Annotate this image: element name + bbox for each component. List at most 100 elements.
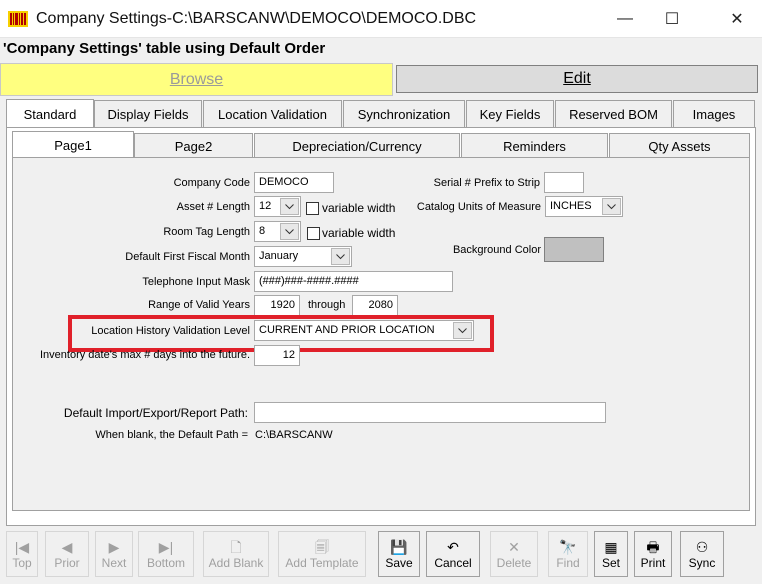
set-label: Set	[601, 556, 620, 570]
sync-button[interactable]: ⚇ Sync	[680, 531, 724, 577]
subtab-reminders[interactable]: Reminders	[461, 133, 608, 159]
path-note-label: When blank, the Default Path =	[95, 429, 248, 441]
asset-length-label: Asset # Length	[176, 201, 250, 213]
subtab-page1[interactable]: Page1	[12, 131, 134, 159]
inventory-days-input[interactable]: 12	[254, 345, 300, 366]
app-barcode-icon	[8, 11, 28, 27]
table-heading: 'Company Settings' table using Default O…	[3, 40, 326, 57]
through-label: through	[308, 299, 346, 311]
tab-synchronization[interactable]: Synchronization	[343, 100, 465, 128]
serial-prefix-input[interactable]	[544, 172, 584, 193]
prior-button[interactable]: ◀ Prior	[45, 531, 89, 577]
fiscal-month-label: Default First Fiscal Month	[125, 251, 250, 263]
tab-images[interactable]: Images	[673, 100, 755, 128]
binoculars-icon: 🔭	[559, 539, 577, 555]
delete-button[interactable]: ✕ Delete	[490, 531, 538, 577]
find-button[interactable]: 🔭 Find	[548, 531, 588, 577]
print-icon: 🖶	[646, 539, 660, 555]
set-icon: ▦	[604, 539, 618, 555]
chevron-down-icon	[331, 248, 350, 265]
add-blank-label: Add Blank	[208, 556, 264, 570]
title-bar: Company Settings-C:\BARSCANW\DEMOCO\DEMO…	[0, 0, 762, 38]
telephone-mask-input[interactable]: (###)###-####.####	[254, 271, 453, 292]
catalog-units-select[interactable]: INCHES	[545, 196, 623, 217]
prior-icon: ◀	[61, 539, 73, 555]
sync-label: Sync	[688, 556, 716, 570]
template-icon: 🗐	[315, 539, 329, 555]
first-record-icon: |◀	[14, 539, 30, 555]
save-button[interactable]: 💾 Save	[378, 531, 420, 577]
delete-icon: ✕	[508, 539, 520, 555]
find-label: Find	[556, 556, 580, 570]
room-variable-width-label: variable width	[322, 226, 396, 240]
window-title: Company Settings-C:\BARSCANW\DEMOCO\DEMO…	[36, 10, 477, 27]
inventory-days-label: Inventory date's max # days into the fut…	[40, 349, 250, 361]
background-color-swatch[interactable]	[544, 237, 604, 262]
sync-icon: ⚇	[695, 539, 709, 555]
subtab-page2[interactable]: Page2	[134, 133, 253, 159]
print-label: Print	[640, 556, 666, 570]
tab-key-fields[interactable]: Key Fields	[466, 100, 554, 128]
set-button[interactable]: ▦ Set	[594, 531, 628, 577]
chevron-down-icon	[602, 198, 621, 215]
room-tag-length-value: 8	[259, 225, 266, 237]
asset-length-select[interactable]: 12	[254, 196, 301, 217]
prior-label: Prior	[54, 556, 80, 570]
print-button[interactable]: 🖶 Print	[634, 531, 672, 577]
default-path-input[interactable]	[254, 402, 606, 423]
serial-prefix-label: Serial # Prefix to Strip	[433, 177, 540, 189]
catalog-units-value: INCHES	[550, 200, 592, 212]
minimize-icon: —	[617, 10, 633, 27]
background-color-label: Background Color	[452, 244, 541, 256]
valid-years-from-input[interactable]: 1920	[254, 295, 300, 316]
room-tag-length-label: Room Tag Length	[163, 226, 250, 238]
save-icon: 💾	[390, 539, 408, 555]
room-tag-length-select[interactable]: 8	[254, 221, 301, 242]
browse-button[interactable]: Browse	[0, 63, 393, 96]
minimize-button[interactable]: —	[602, 0, 648, 38]
delete-label: Delete	[496, 556, 532, 570]
cancel-button[interactable]: ↶ Cancel	[426, 531, 480, 577]
close-icon: ✕	[730, 11, 744, 28]
next-label: Next	[101, 556, 127, 570]
valid-years-to-input[interactable]: 2080	[352, 295, 398, 316]
company-code-label: Company Code	[173, 177, 250, 189]
bottom-label: Bottom	[146, 556, 185, 570]
next-icon: ▶	[108, 539, 120, 555]
blank-page-icon: 🗋	[230, 539, 242, 555]
last-record-icon: ▶|	[158, 539, 174, 555]
subtab-qty-assets[interactable]: Qty Assets	[609, 133, 750, 159]
top-button[interactable]: |◀ Top	[6, 531, 38, 577]
add-template-button[interactable]: 🗐 Add Template	[278, 531, 366, 577]
valid-years-label: Range of Valid Years	[148, 299, 250, 311]
add-blank-button[interactable]: 🗋 Add Blank	[203, 531, 269, 577]
path-note-value: C:\BARSCANW	[255, 429, 333, 441]
bottom-button[interactable]: ▶| Bottom	[138, 531, 194, 577]
catalog-units-label: Catalog Units of Measure	[416, 201, 541, 213]
maximize-icon: ☐	[664, 11, 680, 28]
telephone-mask-label: Telephone Input Mask	[142, 276, 250, 288]
tab-display-fields[interactable]: Display Fields	[94, 100, 202, 128]
company-code-input[interactable]: DEMOCO	[254, 172, 334, 193]
asset-variable-width-checkbox[interactable]	[306, 202, 319, 215]
asset-length-value: 12	[259, 200, 272, 212]
fiscal-month-value: January	[259, 250, 299, 262]
maximize-button[interactable]: ☐	[649, 0, 695, 38]
top-label: Top	[12, 556, 32, 570]
default-path-label: Default Import/Export/Report Path:	[63, 406, 248, 420]
subtab-depreciation-currency[interactable]: Depreciation/Currency	[254, 133, 460, 159]
chevron-down-icon	[280, 223, 299, 240]
chevron-down-icon	[280, 198, 299, 215]
tab-location-validation[interactable]: Location Validation	[203, 100, 342, 128]
edit-button[interactable]: Edit	[396, 65, 758, 93]
close-button[interactable]: ✕	[714, 0, 760, 38]
tab-standard[interactable]: Standard	[6, 99, 94, 128]
save-label: Save	[385, 556, 413, 570]
undo-icon: ↶	[447, 539, 459, 555]
cancel-label: Cancel	[434, 556, 472, 570]
fiscal-month-select[interactable]: January	[254, 246, 352, 267]
tab-reserved-bom[interactable]: Reserved BOM	[555, 100, 672, 128]
room-variable-width-checkbox[interactable]	[307, 227, 320, 240]
next-button[interactable]: ▶ Next	[95, 531, 133, 577]
add-template-label: Add Template	[285, 556, 359, 570]
